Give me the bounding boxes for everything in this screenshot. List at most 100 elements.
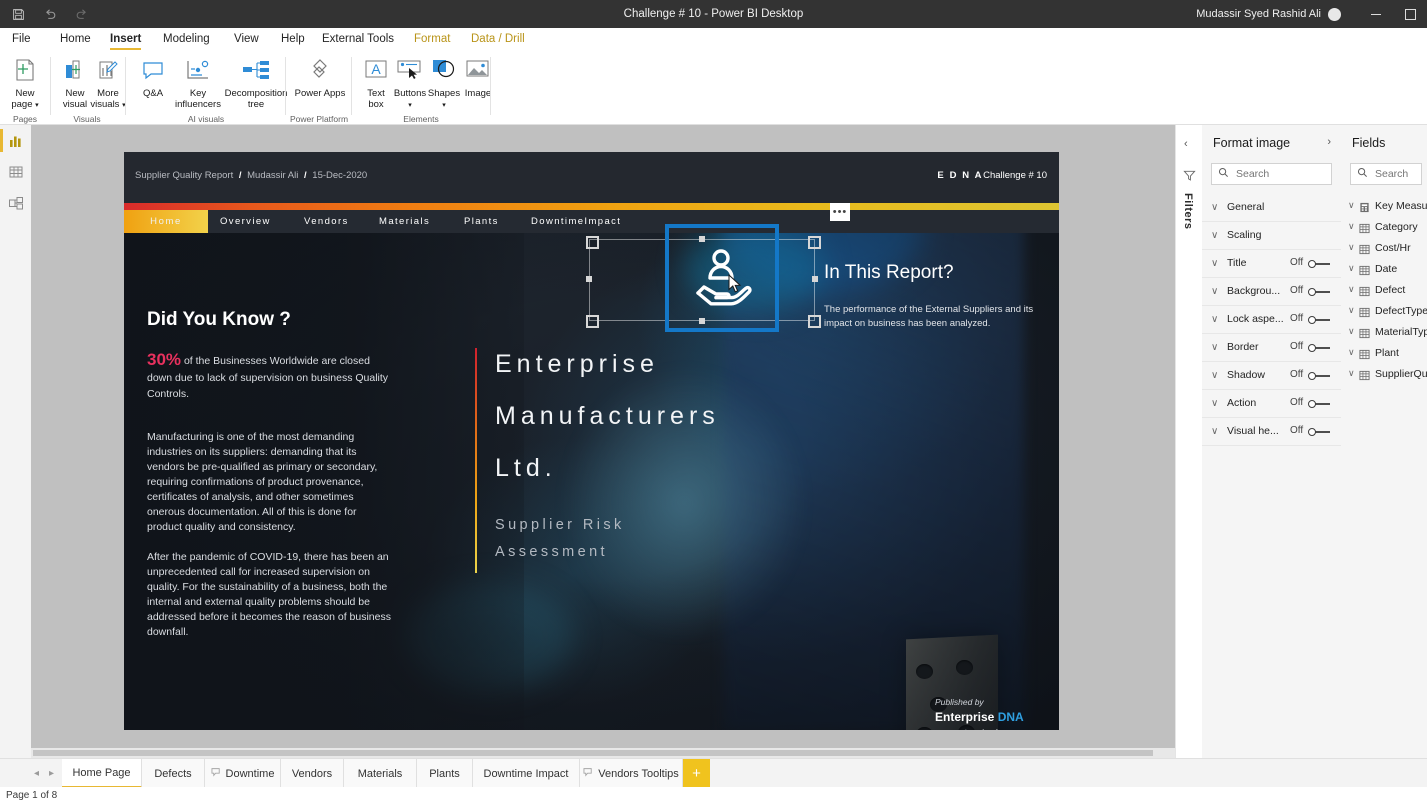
format-row-scaling[interactable]: ∨ Scaling bbox=[1202, 221, 1341, 250]
format-row-label: Title bbox=[1227, 257, 1247, 269]
power-apps-button[interactable]: Power Apps bbox=[292, 54, 348, 99]
format-toggle-background[interactable] bbox=[1308, 288, 1332, 296]
format-row-title[interactable]: ∨ Title Off bbox=[1202, 249, 1341, 278]
resize-handle-bottom-center[interactable] bbox=[699, 318, 705, 324]
add-page-button[interactable]: + bbox=[683, 759, 710, 788]
ribbon-tab-format[interactable]: Format bbox=[408, 28, 456, 51]
field-item-defect[interactable]: ∨ Defect bbox=[1341, 279, 1427, 300]
resize-handle-middle-left[interactable] bbox=[586, 276, 592, 282]
ribbon-group-elements: A Text box Buttons ▾ Shapes ▾ Image Elem… bbox=[353, 51, 491, 125]
ribbon-tab-data-drill[interactable]: Data / Drill bbox=[465, 28, 531, 51]
page-tab-label: Downtime bbox=[225, 767, 275, 780]
format-toggle-visual-header[interactable] bbox=[1308, 428, 1332, 436]
minimize-button[interactable] bbox=[1359, 0, 1393, 28]
format-toggle-shadow[interactable] bbox=[1308, 372, 1332, 380]
ribbon-tab-home[interactable]: Home bbox=[54, 28, 97, 51]
decomposition-tree-button[interactable]: Decomposition tree bbox=[221, 54, 291, 110]
field-item-defect-type[interactable]: ∨ DefectType bbox=[1341, 300, 1427, 321]
ribbon-tab-view[interactable]: View bbox=[228, 28, 265, 51]
new-page-button[interactable]: New page ▾ bbox=[2, 54, 48, 111]
ribbon-tab-help[interactable]: Help bbox=[275, 28, 311, 51]
resize-handle-bottom-right[interactable] bbox=[808, 315, 821, 328]
did-you-know-paragraph-2: Manufacturing is one of the most demandi… bbox=[147, 431, 378, 533]
page-tab-vendors-tooltips[interactable]: Vendors Tooltips bbox=[580, 759, 683, 788]
page-tab-home-page[interactable]: Home Page bbox=[62, 759, 142, 788]
format-toggle-action[interactable] bbox=[1308, 400, 1332, 408]
report-nav-item-materials[interactable]: Materials bbox=[379, 210, 430, 233]
resize-handle-middle-right[interactable] bbox=[812, 276, 818, 282]
report-nav-item-overview[interactable]: Overview bbox=[220, 210, 271, 233]
page-tab-label: Plants bbox=[429, 767, 460, 780]
canvas-horizontal-scrollbar[interactable] bbox=[31, 748, 1175, 758]
report-nav-item-home[interactable]: Home bbox=[124, 210, 208, 233]
resize-handle-bottom-left[interactable] bbox=[586, 315, 599, 328]
save-icon[interactable] bbox=[8, 4, 28, 24]
field-item-category[interactable]: ∨ Category bbox=[1341, 216, 1427, 237]
mouse-cursor-icon bbox=[728, 274, 742, 293]
ribbon-group-visuals: New visual More visuals ▾ Visuals bbox=[52, 51, 126, 125]
report-nav-item-downtime-impact[interactable]: DowntimeImpact bbox=[531, 210, 621, 233]
report-nav-item-plants[interactable]: Plants bbox=[464, 210, 499, 233]
format-row-lock-aspect[interactable]: ∨ Lock aspe... Off bbox=[1202, 305, 1341, 334]
field-item-material-type[interactable]: ∨ MaterialTyp bbox=[1341, 321, 1427, 342]
page-tabs-next-button[interactable]: ▸ bbox=[49, 768, 54, 779]
page-tab-vendors[interactable]: Vendors bbox=[281, 759, 344, 788]
undo-icon[interactable] bbox=[40, 4, 60, 24]
sidebar-item-model-view[interactable] bbox=[0, 187, 31, 218]
format-row-shadow[interactable]: ∨ Shadow Off bbox=[1202, 361, 1341, 390]
ribbon-tab-external-tools[interactable]: External Tools bbox=[316, 28, 400, 51]
sidebar-item-report-view[interactable] bbox=[0, 125, 31, 156]
format-row-visual-header[interactable]: ∨ Visual he... Off bbox=[1202, 417, 1341, 446]
decomposition-tree-icon bbox=[221, 54, 291, 86]
field-item-plant[interactable]: ∨ Plant bbox=[1341, 342, 1427, 363]
report-canvas-area[interactable]: Supplier Quality Report / Mudassir Ali /… bbox=[31, 125, 1175, 758]
account-name[interactable]: Mudassir Syed Rashid Ali bbox=[1196, 8, 1321, 20]
filters-pane-collapsed[interactable]: ‹ Filters bbox=[1175, 125, 1204, 765]
field-item-cost-hr[interactable]: ∨ Cost/Hr bbox=[1341, 237, 1427, 258]
filter-funnel-icon[interactable] bbox=[1183, 169, 1196, 187]
format-toggle-lock-aspect[interactable] bbox=[1308, 316, 1332, 324]
page-tab-downtime-impact[interactable]: Downtime Impact bbox=[473, 759, 580, 788]
report-page[interactable]: Supplier Quality Report / Mudassir Ali /… bbox=[124, 152, 1059, 730]
canvas-scrollbar-thumb[interactable] bbox=[33, 750, 1153, 756]
resize-handle-top-left[interactable] bbox=[586, 236, 599, 249]
field-item-supplier-quality[interactable]: ∨ SupplierQua bbox=[1341, 363, 1427, 384]
sidebar-item-data-view[interactable] bbox=[0, 156, 31, 187]
fields-pane: Fields ∨ Key Measur ∨ Category ∨ bbox=[1341, 125, 1427, 765]
page-tab-defects[interactable]: Defects bbox=[142, 759, 205, 788]
fields-pane-header: Fields bbox=[1341, 125, 1427, 161]
quick-access-toolbar bbox=[8, 4, 92, 24]
chevron-right-icon[interactable]: › bbox=[1327, 136, 1331, 148]
page-tabs-prev-button[interactable]: ◂ bbox=[34, 768, 39, 779]
page-tab-plants[interactable]: Plants bbox=[417, 759, 473, 788]
ribbon-tab-file[interactable]: File bbox=[6, 28, 37, 51]
chevron-left-icon[interactable]: ‹ bbox=[1184, 138, 1188, 150]
fields-search-box[interactable] bbox=[1350, 163, 1422, 185]
format-toggle-title[interactable] bbox=[1308, 260, 1332, 268]
report-nav-item-vendors[interactable]: Vendors bbox=[304, 210, 349, 233]
format-search-box[interactable] bbox=[1211, 163, 1332, 185]
format-row-action[interactable]: ∨ Action Off bbox=[1202, 389, 1341, 418]
format-search-input[interactable] bbox=[1234, 167, 1331, 181]
key-influencers-button[interactable]: Key influencers bbox=[168, 54, 228, 110]
selected-image-visual[interactable] bbox=[665, 224, 779, 332]
field-item-date[interactable]: ∨ Date bbox=[1341, 258, 1427, 279]
resize-handle-top-center[interactable] bbox=[699, 236, 705, 242]
image-button[interactable]: Image bbox=[455, 54, 501, 99]
ribbon-tab-modeling[interactable]: Modeling bbox=[157, 28, 216, 51]
format-row-general[interactable]: ∨ General bbox=[1202, 193, 1341, 222]
field-item-key-measures[interactable]: ∨ Key Measur bbox=[1341, 195, 1427, 216]
ribbon-tab-insert[interactable]: Insert bbox=[104, 28, 147, 51]
page-tab-downtime[interactable]: Downtime bbox=[205, 759, 281, 788]
chevron-down-icon: ∨ bbox=[1211, 426, 1219, 437]
maximize-button[interactable] bbox=[1393, 0, 1427, 28]
format-row-background[interactable]: ∨ Backgrou... Off bbox=[1202, 277, 1341, 306]
redo-icon[interactable] bbox=[72, 4, 92, 24]
fields-search-input[interactable] bbox=[1373, 167, 1421, 181]
visual-more-options-button[interactable]: ••• bbox=[830, 203, 850, 221]
resize-handle-top-right[interactable] bbox=[808, 236, 821, 249]
avatar[interactable] bbox=[1328, 7, 1341, 21]
page-tab-materials[interactable]: Materials bbox=[344, 759, 417, 788]
format-toggle-border[interactable] bbox=[1308, 344, 1332, 352]
format-row-border[interactable]: ∨ Border Off bbox=[1202, 333, 1341, 362]
